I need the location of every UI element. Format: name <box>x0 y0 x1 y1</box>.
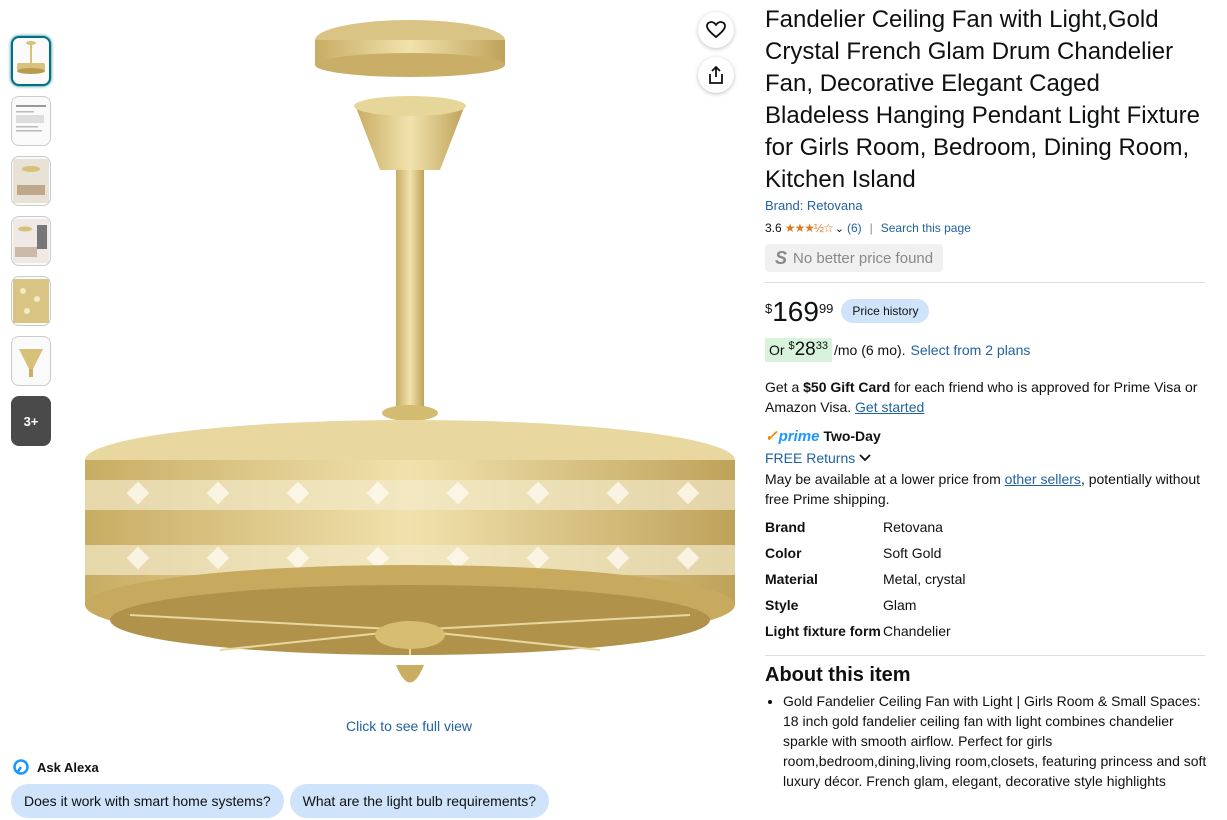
divider <box>765 655 1205 656</box>
ask-alexa-header: Ask Alexa <box>13 759 99 775</box>
thumb-spec-sheet-icon <box>16 105 46 132</box>
review-count-link[interactable]: (6) <box>847 221 862 235</box>
thumbnail-4[interactable] <box>11 216 51 266</box>
spec-value: Soft Gold <box>883 545 942 561</box>
alexa-question-chip[interactable]: What are the light bulb requirements? <box>289 784 550 818</box>
favorite-button[interactable] <box>698 12 734 48</box>
alexa-questions: Does it work with smart home systems? Wh… <box>11 784 550 818</box>
two-day-label: Two-Day <box>823 428 881 444</box>
rating-row: 3.6 ★★★½☆ ⌄ (6) | Search this page <box>765 218 1207 238</box>
spec-row: Style Glam <box>765 595 965 621</box>
product-details: Fandelier Ceiling Fan with Light,Gold Cr… <box>765 4 1218 791</box>
divider: | <box>869 221 873 235</box>
lower-prefix: May be available at a lower price from <box>765 471 1005 487</box>
thumbnail-3[interactable] <box>11 156 51 206</box>
thumb-canopy-icon <box>19 349 43 377</box>
price-fraction: 99 <box>818 301 834 316</box>
ask-alexa-label: Ask Alexa <box>37 759 99 775</box>
alexa-question-chip[interactable]: Does it work with smart home systems? <box>11 784 284 818</box>
no-better-price-badge[interactable]: S No better price found <box>765 244 944 272</box>
thumbnail-6[interactable] <box>11 336 51 386</box>
alexa-icon <box>13 759 29 775</box>
rating-value: 3.6 <box>765 221 782 235</box>
product-specs-table: Brand Retovana Color Soft Gold Material … <box>765 517 965 647</box>
more-images-label: 3+ <box>23 413 39 429</box>
thumb-bedroom-icon <box>13 219 49 263</box>
main-product-image[interactable] <box>70 10 750 710</box>
monthly-whole: 28 <box>794 339 816 360</box>
thumbnail-1[interactable] <box>11 36 51 86</box>
about-bullets: Gold Fandelier Ceiling Fan with Light | … <box>765 691 1218 791</box>
monthly-price-highlight: Or $ 28 33 <box>765 338 832 362</box>
free-returns-link[interactable]: FREE Returns <box>765 448 1207 468</box>
prime-word: prime <box>778 427 820 445</box>
divider <box>765 282 1205 283</box>
spec-value: Metal, crystal <box>883 571 966 587</box>
spec-key: Material <box>765 571 818 587</box>
about-this-item-heading: About this item <box>765 664 911 686</box>
gift-amount: $50 Gift Card <box>803 379 891 395</box>
get-started-link[interactable]: Get started <box>855 399 924 415</box>
spec-key: Light fixture form <box>765 623 881 639</box>
free-returns-label: FREE Returns <box>765 450 856 466</box>
chevron-down-icon <box>859 454 871 462</box>
about-bullet: Gold Fandelier Ceiling Fan with Light | … <box>783 691 1218 791</box>
prime-check-icon: ✓ <box>765 428 778 445</box>
prime-delivery: ✓ prime Two-Day <box>765 426 1207 446</box>
spec-value: Chandelier <box>883 623 951 639</box>
gift-card-offer: Get a $50 Gift Card for each friend who … <box>765 377 1207 417</box>
other-sellers-note: May be available at a lower price from o… <box>765 469 1207 509</box>
more-images-button[interactable]: 3+ <box>11 396 51 446</box>
price-symbol: $ <box>765 301 773 316</box>
spec-row: Color Soft Gold <box>765 543 965 569</box>
search-this-page-link[interactable]: Search this page <box>881 221 971 235</box>
spec-key: Color <box>765 545 802 561</box>
monthly-fraction: 33 <box>815 340 828 352</box>
thumbnail-strip: 3+ <box>11 36 51 456</box>
thumbnail-2[interactable] <box>11 96 51 146</box>
monthly-payment-row: Or $ 28 33 /mo (6 mo). Select from 2 pla… <box>765 337 1207 363</box>
price-row: $ 169 99 Price history <box>765 297 1207 331</box>
spec-row: Light fixture form Chandelier <box>765 621 965 647</box>
price-tracker-icon: S <box>775 247 788 268</box>
product-title: Fandelier Ceiling Fan with Light,Gold Cr… <box>765 6 1200 193</box>
spec-key: Style <box>765 597 799 613</box>
heart-icon <box>706 21 726 39</box>
price-history-button[interactable]: Price history <box>841 299 930 323</box>
price-whole: 169 <box>772 296 819 327</box>
share-button[interactable] <box>698 57 734 93</box>
no-better-price-text: No better price found <box>793 249 934 267</box>
spec-row: Material Metal, crystal <box>765 569 965 595</box>
prime-logo: ✓ prime <box>765 427 820 446</box>
brand-link[interactable]: Brand: Retovana <box>765 198 1207 213</box>
monthly-suffix: /mo (6 mo). <box>833 342 906 358</box>
chevron-down-icon[interactable]: ⌄ <box>835 222 844 235</box>
full-view-link[interactable]: Click to see full view <box>300 718 518 734</box>
star-rating-icon[interactable]: ★★★½☆ <box>785 221 834 235</box>
monthly-prefix: Or <box>769 342 789 358</box>
spec-value: Retovana <box>883 519 943 535</box>
select-plans-link[interactable]: Select from 2 plans <box>911 342 1031 358</box>
share-icon <box>709 65 723 84</box>
thumbnail-5[interactable] <box>11 276 51 326</box>
gift-prefix: Get a <box>765 379 804 395</box>
chandelier-fan-image <box>85 20 735 683</box>
spec-value: Glam <box>883 597 917 613</box>
thumb-room-icon <box>13 159 49 203</box>
spec-row: Brand Retovana <box>765 517 965 543</box>
spec-key: Brand <box>765 519 806 535</box>
thumb-chandelier-icon <box>17 41 45 74</box>
other-sellers-link[interactable]: other sellers <box>1005 471 1081 487</box>
thumb-crystal-detail-icon <box>13 279 49 323</box>
